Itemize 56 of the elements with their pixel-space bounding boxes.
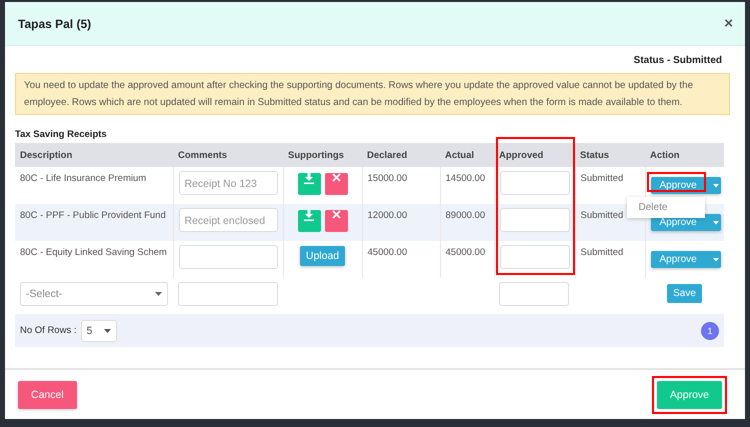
table-cell: 80C - Equity Linked Saving Schem [20,247,167,258]
caret-icon [104,328,110,332]
approve-button[interactable]: Approve [656,380,722,408]
alert-message: You need to update the approved amount after checking the supporting documents. Rows where you update the approved value cannot be updated by the employee. Rows which are not updated will remain in Submitted status and can be modified by the employees when the form is made available to them. [15,73,730,115]
modal-title: Tapas Pal (5) [18,16,92,30]
column-header: Approved [494,143,575,167]
caret-icon [712,184,718,188]
table-cell: Submitted [580,173,624,184]
approved-field[interactable] [500,245,570,269]
table-cell: 45000.00 [446,247,486,258]
table-cell: 89000.00 [446,210,486,221]
caret-icon [155,292,162,296]
column-header: Description [15,143,173,167]
approved-field[interactable] [500,171,570,195]
close-button[interactable]: × [724,15,733,32]
download-button[interactable] [298,210,320,232]
status-text: Status - Submitted [632,55,722,66]
download-button[interactable] [298,173,320,195]
column-header: Actual [440,143,494,167]
approved-field[interactable] [499,282,569,306]
save-button[interactable]: Save [667,284,702,303]
upload-button[interactable]: Upload [300,246,346,266]
caret-icon [712,220,718,224]
rows-select[interactable]: 5 [80,320,116,342]
close-icon [332,173,340,182]
download-icon [304,210,314,221]
table-cell: 80C - Life Insurance Premium [20,173,146,184]
download-icon [304,173,314,184]
comment-field[interactable]: Receipt No 123 [178,171,278,195]
comment-field[interactable] [178,282,278,306]
comment-field[interactable]: Receipt enclosed [178,208,278,232]
caret-icon [712,258,718,262]
column-header: Action [645,143,724,167]
select-dropdown[interactable]: -Select- [20,282,168,306]
approve-split-button[interactable]: Approve [650,251,720,268]
table-cell: Submitted [580,247,624,258]
rows-label: No Of Rows : [20,325,76,336]
delete-button[interactable] [324,210,348,232]
column-header: Comments [173,143,283,167]
column-header: Declared [362,143,440,167]
comment-field[interactable] [178,245,278,269]
table-cell: 14500.00 [446,173,486,184]
table-cell: 45000.00 [368,247,408,258]
section-title: Tax Saving Receipts [15,129,108,140]
close-icon [332,210,340,219]
table-cell: 12000.00 [368,210,408,221]
page-button[interactable]: 1 [701,322,719,340]
table-cell: 80C - PPF - Public Provident Fund [20,210,166,221]
table-cell: Submitted [580,210,624,221]
column-header: Supportings [283,143,362,167]
table-cell: 15000.00 [368,173,408,184]
delete-button[interactable] [324,173,348,195]
cancel-button[interactable]: Cancel [18,380,77,408]
menu-item[interactable]: Delete [626,202,704,213]
column-header: Status [575,143,645,167]
approved-field[interactable] [500,208,570,232]
